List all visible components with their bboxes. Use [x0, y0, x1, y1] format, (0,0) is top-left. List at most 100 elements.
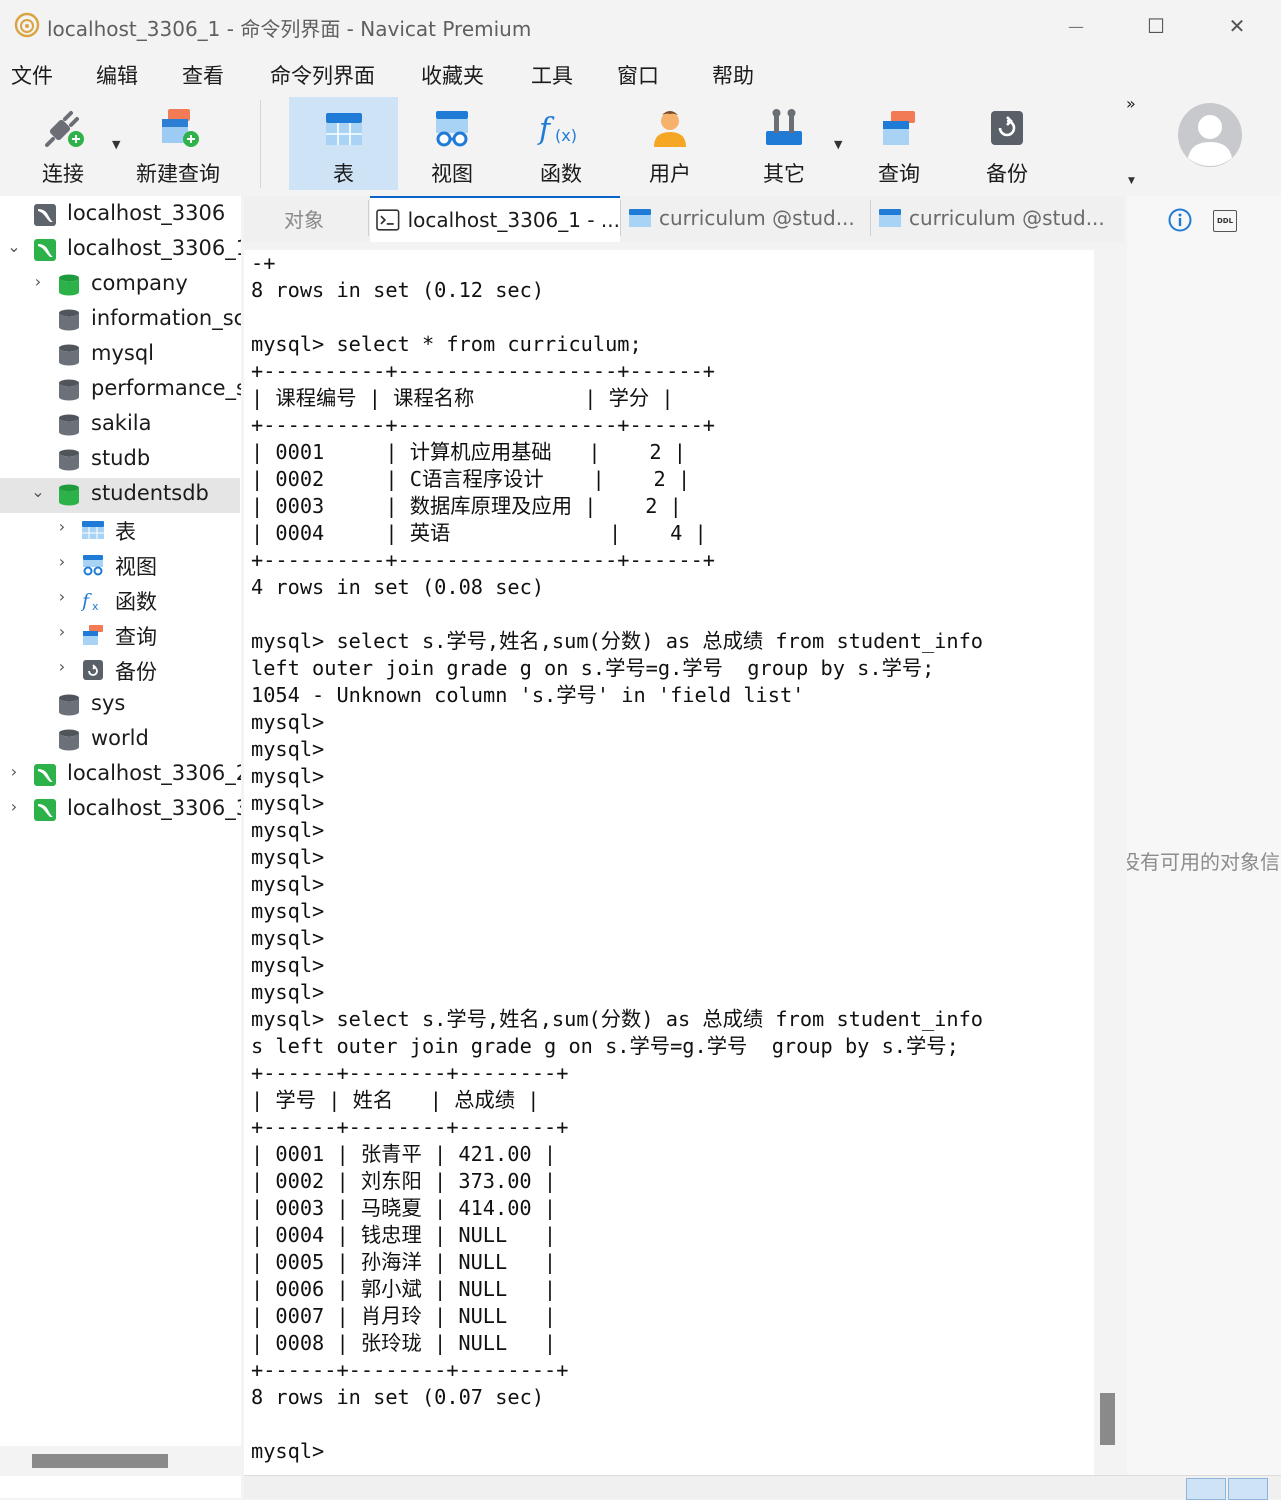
backup-button[interactable]: 备份: [954, 97, 1060, 190]
close-icon: ✕: [1228, 14, 1246, 38]
tree-item-localhost-3306-2[interactable]: › localhost_3306_2: [0, 758, 241, 793]
database-gray-icon: [59, 344, 79, 366]
tree-item-localhost-3306-3[interactable]: › localhost_3306_3: [0, 793, 241, 828]
tree-label: studb: [91, 446, 151, 470]
tree-item-company[interactable]: › company: [0, 268, 240, 303]
object-info-panel: [1127, 196, 1281, 1476]
console-text[interactable]: -+ 8 rows in set (0.12 sec) mysql> selec…: [251, 250, 983, 1465]
function-button[interactable]: f (x) 函数: [506, 97, 616, 190]
tree-item-world[interactable]: world: [0, 723, 240, 758]
user-label: 用户: [649, 162, 691, 186]
tree-item-functions[interactable]: › f x 函数: [0, 583, 240, 618]
tree-item-localhost-3306[interactable]: localhost_3306: [0, 198, 240, 233]
menu-tools[interactable]: 工具: [531, 60, 573, 90]
view-button[interactable]: 视图: [398, 97, 506, 190]
toolbar-separator: [260, 100, 261, 188]
chevron-right-icon[interactable]: ›: [7, 797, 21, 816]
tree-label: mysql: [91, 341, 154, 365]
menu-help[interactable]: 帮助: [712, 60, 754, 90]
tree-item-performance-schema[interactable]: performance_schema: [0, 373, 241, 408]
connect-dropdown-icon[interactable]: ▼: [112, 138, 120, 151]
chevron-right-icon[interactable]: ›: [55, 552, 69, 571]
menu-view[interactable]: 查看: [182, 60, 224, 90]
tab-curriculum-2[interactable]: curriculum @stud...: [874, 196, 1122, 240]
tree-item-tables[interactable]: › 表: [0, 513, 240, 548]
connection-green-icon: [34, 239, 56, 261]
layout-toggle-right[interactable]: [1228, 1478, 1268, 1500]
sidebar-scrollbar-thumb[interactable]: [32, 1454, 168, 1468]
chevron-down-icon[interactable]: ⌄: [7, 237, 21, 256]
tree-item-mysql[interactable]: mysql: [0, 338, 240, 373]
menu-console[interactable]: 命令列界面: [270, 60, 375, 90]
tree-label: localhost_3306_1: [67, 236, 241, 260]
database-green-icon: [59, 484, 79, 506]
layout-toggle-left[interactable]: [1186, 1478, 1226, 1500]
menu-favorites[interactable]: 收藏夹: [421, 60, 484, 90]
toolbar-overflow-button[interactable]: »: [1126, 94, 1136, 113]
menu-edit[interactable]: 编辑: [96, 60, 138, 90]
backup-icon: [83, 660, 103, 680]
minimize-button[interactable]: —: [1053, 10, 1099, 42]
tree-item-information-schema[interactable]: information_schema: [0, 303, 241, 338]
status-bar: [244, 1475, 1281, 1499]
tab-divider: [870, 200, 871, 236]
tab-curriculum-1-label: curriculum @stud...: [659, 206, 855, 230]
table-icon: [879, 209, 901, 227]
tree-label: 查询: [115, 625, 157, 649]
tab-curriculum-2-label: curriculum @stud...: [909, 206, 1105, 230]
tree-label: localhost_3306: [67, 201, 226, 225]
table-icon: [325, 113, 362, 145]
tab-console[interactable]: localhost_3306_1 - ...: [370, 196, 620, 242]
chevron-right-icon[interactable]: ›: [55, 587, 69, 606]
chevron-down-icon[interactable]: ⌄: [31, 482, 45, 501]
tree-item-localhost-3306-1[interactable]: ⌄ localhost_3306_1: [0, 233, 241, 268]
tree-item-studentsdb[interactable]: ⌄ studentsdb: [0, 478, 240, 513]
database-gray-icon: [59, 414, 79, 436]
tree-item-views[interactable]: › 视图: [0, 548, 240, 583]
tab-objects[interactable]: 对象: [284, 196, 324, 240]
view-glasses-icon: [436, 111, 468, 147]
backup-label: 备份: [986, 162, 1028, 186]
console-output[interactable]: -+ 8 rows in set (0.12 sec) mysql> selec…: [244, 250, 1094, 1475]
new-query-button[interactable]: 新建查询: [128, 97, 228, 190]
connect-button[interactable]: 连接: [20, 97, 106, 190]
connection-green-icon: [34, 764, 56, 786]
maximize-button[interactable]: ☐: [1133, 10, 1179, 42]
other-button[interactable]: 其它: [730, 97, 838, 190]
console-vertical-scrollbar[interactable]: [1094, 250, 1122, 1475]
tree-item-backups[interactable]: › 备份: [0, 653, 240, 688]
maximize-icon: ☐: [1147, 14, 1165, 38]
chevron-right-icon[interactable]: ›: [31, 272, 45, 291]
ddl-label: DDL: [1216, 217, 1234, 225]
function-label: 函数: [540, 162, 582, 186]
user-button[interactable]: 用户: [616, 97, 724, 190]
avatar[interactable]: [1177, 102, 1243, 168]
close-button[interactable]: ✕: [1214, 10, 1260, 42]
tab-curriculum-1[interactable]: curriculum @stud...: [624, 196, 868, 240]
user-icon: [654, 111, 686, 147]
table-button[interactable]: 表: [289, 97, 398, 190]
minimize-icon: —: [1068, 16, 1084, 36]
table-label: 表: [333, 162, 354, 186]
tree-label: 函数: [115, 590, 157, 614]
other-dropdown-icon[interactable]: ▼: [834, 138, 842, 151]
tree-item-sakila[interactable]: sakila: [0, 408, 240, 443]
menu-window[interactable]: 窗口: [617, 60, 659, 90]
tree-label: performance_schema: [91, 376, 241, 400]
console-scrollbar-thumb[interactable]: [1100, 1393, 1115, 1445]
menu-file[interactable]: 文件: [11, 60, 53, 90]
chevron-right-icon[interactable]: ›: [7, 762, 21, 781]
view-icon: [83, 555, 103, 576]
tree-item-studb[interactable]: studb: [0, 443, 240, 478]
tree-label: 视图: [115, 555, 157, 579]
tree-item-sys[interactable]: sys: [0, 688, 240, 723]
ddl-icon[interactable]: DDL: [1213, 210, 1237, 232]
query-button[interactable]: 查询: [846, 97, 952, 190]
chevron-right-icon[interactable]: ›: [55, 622, 69, 641]
chevron-right-icon[interactable]: ›: [55, 657, 69, 676]
info-icon[interactable]: [1168, 208, 1192, 232]
toolbar-options-icon[interactable]: ▼: [1128, 176, 1135, 186]
query-label: 查询: [878, 162, 920, 186]
chevron-right-icon[interactable]: ›: [55, 517, 69, 536]
tree-item-queries[interactable]: › 查询: [0, 618, 240, 653]
